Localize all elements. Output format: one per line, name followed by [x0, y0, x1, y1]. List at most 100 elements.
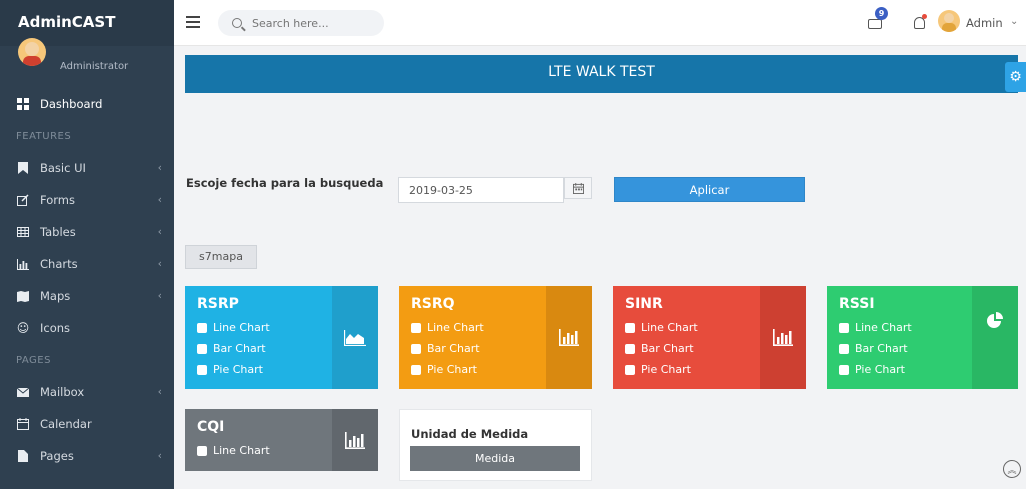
checkbox[interactable] [625, 364, 635, 375]
sidebar-item-label: Calendar [40, 417, 92, 431]
gear-icon[interactable]: ⚙ [1005, 62, 1026, 92]
sidebar-item-label: Pages [40, 449, 74, 463]
unidad-title: Unidad de Medida [411, 427, 529, 441]
smile-icon: ☺ [16, 321, 30, 335]
sidebar-item-basic-ui[interactable]: Basic UI ‹ [0, 152, 174, 184]
card-icon-panel [972, 286, 1018, 389]
envelope-icon [16, 385, 30, 399]
pie-chart-icon [987, 312, 1003, 328]
line-chart-option[interactable]: Line Chart [839, 321, 912, 334]
edit-icon [16, 193, 30, 207]
bar-chart-option[interactable]: Bar Chart [625, 342, 694, 355]
checkbox[interactable] [839, 364, 849, 375]
unidad-card: Unidad de Medida Medida [399, 409, 592, 481]
checkbox[interactable] [839, 343, 849, 354]
sidebar-item-pages[interactable]: Pages ‹ [0, 440, 174, 472]
checkbox[interactable] [411, 322, 421, 333]
sidebar-item-dashboard[interactable]: Dashboard [0, 88, 174, 120]
user-panel: Administrator [0, 38, 174, 88]
checkbox[interactable] [625, 322, 635, 333]
sidebar-item-tables[interactable]: Tables ‹ [0, 216, 174, 248]
pie-chart-option[interactable]: Pie Chart [839, 363, 905, 376]
bar-chart-icon [559, 329, 579, 346]
option-label: Bar Chart [427, 342, 480, 355]
checkbox[interactable] [411, 364, 421, 375]
line-chart-option[interactable]: Line Chart [625, 321, 698, 334]
card-icon-panel [332, 286, 378, 389]
user-name[interactable]: Admin [966, 16, 1003, 30]
sidebar-heading-pages: PAGES [16, 354, 51, 366]
sidebar-item-label: Icons [40, 321, 71, 335]
apply-button[interactable]: Aplicar [614, 177, 805, 202]
sidebar-item-label: Charts [40, 257, 78, 271]
medida-button[interactable]: Medida [410, 446, 580, 471]
line-chart-option[interactable]: Line Chart [197, 321, 270, 334]
date-input[interactable]: 2019-03-25 [398, 177, 564, 203]
chevron-left-icon: ‹ [157, 385, 162, 398]
sidebar-item-forms[interactable]: Forms ‹ [0, 184, 174, 216]
card-title: SINR [625, 296, 663, 312]
sidebar-item-calendar[interactable]: Calendar [0, 408, 174, 440]
avatar[interactable] [938, 10, 960, 32]
card-icon-panel [546, 286, 592, 389]
bar-chart-option[interactable]: Bar Chart [411, 342, 480, 355]
sidebar-item-label: Forms [40, 193, 75, 207]
search-box[interactable] [218, 10, 384, 36]
rssi-card: RSSI Line Chart Bar Chart Pie Chart [827, 286, 1018, 389]
sidebar-item-charts[interactable]: Charts ‹ [0, 248, 174, 280]
pie-chart-option[interactable]: Pie Chart [411, 363, 477, 376]
checkbox[interactable] [625, 343, 635, 354]
notification-dot [922, 14, 927, 19]
option-label: Pie Chart [855, 363, 905, 376]
card-icon-panel [332, 409, 378, 471]
chevron-down-icon[interactable]: ⌄ [1010, 16, 1018, 27]
option-label: Line Chart [427, 321, 484, 334]
avatar[interactable] [18, 38, 46, 66]
sidebar: AdminCAST Administrator Dashboard FEATUR… [0, 0, 174, 489]
bookmark-icon [16, 161, 30, 175]
calendar-icon[interactable] [564, 177, 592, 199]
page-title: LTE WALK TEST [185, 55, 1018, 93]
search-icon [232, 18, 242, 28]
sidebar-item-label: Dashboard [40, 97, 103, 111]
sidebar-item-label: Basic UI [40, 161, 86, 175]
bar-chart-icon [345, 431, 365, 449]
file-icon [16, 449, 30, 463]
map-icon [16, 289, 30, 303]
checkbox[interactable] [197, 364, 207, 375]
checkbox[interactable] [197, 322, 207, 333]
card-title: CQI [197, 419, 225, 435]
sidebar-heading-features: FEATURES [16, 130, 72, 142]
checkbox[interactable] [197, 445, 207, 456]
checkbox[interactable] [411, 343, 421, 354]
sidebar-item-mailbox[interactable]: Mailbox ‹ [0, 376, 174, 408]
bar-chart-icon [773, 329, 793, 346]
map-button[interactable]: s7mapa [185, 245, 257, 269]
checkbox[interactable] [839, 322, 849, 333]
sidebar-item-label: Maps [40, 289, 71, 303]
option-label: Bar Chart [855, 342, 908, 355]
line-chart-option[interactable]: Line Chart [411, 321, 484, 334]
bar-chart-icon [16, 257, 30, 271]
sidebar-item-icons[interactable]: ☺ Icons [0, 312, 174, 344]
sidebar-item-maps[interactable]: Maps ‹ [0, 280, 174, 312]
mail-icon[interactable] [868, 19, 882, 29]
pie-chart-option[interactable]: Pie Chart [197, 363, 263, 376]
bar-chart-option[interactable]: Bar Chart [197, 342, 266, 355]
option-label: Pie Chart [213, 363, 263, 376]
rsrp-card: RSRP Line Chart Bar Chart Pie Chart [185, 286, 378, 389]
sinr-card: SINR Line Chart Bar Chart Pie Chart [613, 286, 806, 389]
dashboard-icon [16, 97, 30, 111]
scroll-to-top-icon[interactable]: ︽ [1003, 460, 1021, 478]
chevron-left-icon: ‹ [157, 257, 162, 270]
hamburger-menu-icon[interactable] [186, 16, 200, 28]
cqi-card: CQI Line Chart [185, 409, 378, 471]
line-chart-option[interactable]: Line Chart [197, 444, 270, 457]
checkbox[interactable] [197, 343, 207, 354]
date-label: Escoje fecha para la busqueda [186, 176, 384, 190]
sidebar-item-label: Tables [40, 225, 76, 239]
bar-chart-option[interactable]: Bar Chart [839, 342, 908, 355]
pie-chart-option[interactable]: Pie Chart [625, 363, 691, 376]
top-header: 9 Admin ⌄ [174, 0, 1026, 46]
search-input[interactable] [252, 16, 372, 30]
